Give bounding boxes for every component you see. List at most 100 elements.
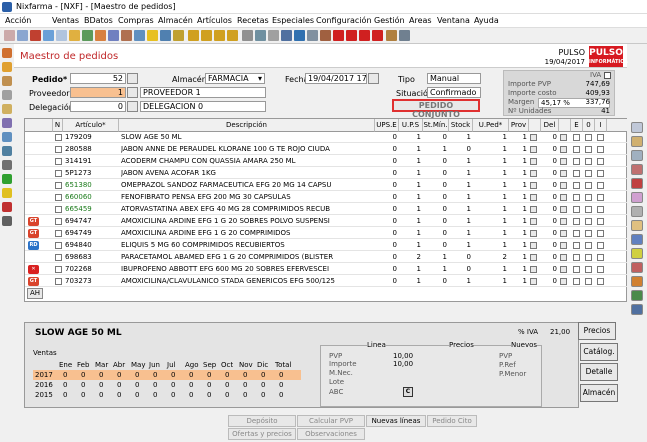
cell-ups[interactable]: 2 (399, 252, 421, 263)
row-checkbox[interactable] (55, 134, 62, 141)
cell-uped[interactable]: 1 (473, 180, 507, 191)
cell-del[interactable]: 0 (541, 168, 557, 179)
arrow-last-icon[interactable] (227, 30, 238, 41)
row-lookup-button[interactable] (530, 134, 537, 141)
row-lookup-button[interactable] (530, 278, 537, 285)
row-lookup-button[interactable] (560, 242, 567, 249)
cell-ups_e[interactable]: 0 (375, 228, 397, 239)
row-flag-checkbox[interactable] (573, 134, 580, 141)
cell-code[interactable]: 703273 (65, 276, 119, 287)
row-lookup-button[interactable] (560, 134, 567, 141)
row-lookup-button[interactable] (560, 206, 567, 213)
cell-stmin[interactable]: 1 (423, 144, 447, 155)
arrow-prev-icon[interactable] (201, 30, 212, 41)
delegacion-code-field[interactable]: 0 (70, 101, 126, 112)
cell-stmin[interactable]: 0 (423, 216, 447, 227)
row-flag-checkbox[interactable] (573, 182, 580, 189)
almacen-button[interactable]: Almacén (580, 384, 618, 402)
cell-desc[interactable]: FENOFIBRATO PENSA EFG 200 MG 30 CAPSULAS (121, 192, 373, 203)
doc-icon[interactable] (2, 132, 12, 142)
row-flag-checkbox[interactable] (585, 134, 592, 141)
flag-icon[interactable] (30, 30, 41, 41)
alert-icon[interactable] (2, 202, 12, 212)
row-checkbox[interactable] (55, 158, 62, 165)
d-icon[interactable] (359, 30, 370, 41)
g-icon[interactable] (333, 30, 344, 41)
row-flag-checkbox[interactable] (573, 254, 580, 261)
observaciones-button[interactable]: Observaciones (297, 428, 365, 440)
cell-prov[interactable]: 1 (509, 276, 527, 287)
table-row[interactable]: GT 703273 AMOXICILINA/CLAVULANICO STADA GE… (25, 276, 627, 287)
row-flag-checkbox[interactable] (597, 218, 604, 225)
row-lookup-button[interactable] (560, 266, 567, 273)
row-flag-checkbox[interactable] (597, 146, 604, 153)
arrow-first-icon[interactable] (188, 30, 199, 41)
pill-icon[interactable] (2, 76, 12, 86)
tool-icon[interactable] (631, 136, 643, 147)
table-row[interactable]: 179209 SLOW AGE 50 ML 0 1 0 1 1 1 0 (25, 132, 627, 143)
row-lookup-button[interactable] (560, 218, 567, 225)
row-flag-checkbox[interactable] (597, 206, 604, 213)
cell-prov[interactable]: 1 (509, 216, 527, 227)
cell-desc[interactable]: ACODERM CHAMPU CON QUASSIA AMARA 250 ML (121, 156, 373, 167)
calc-icon[interactable] (2, 104, 12, 114)
row-checkbox[interactable] (55, 206, 62, 213)
tool-icon[interactable] (631, 206, 643, 217)
tool-icon[interactable] (631, 276, 643, 287)
pen-icon[interactable] (2, 118, 12, 128)
col-header-articulo[interactable]: Artículo* (63, 119, 119, 132)
pedido-field[interactable]: 52 (70, 73, 126, 84)
row-flag-checkbox[interactable] (597, 254, 604, 261)
row-flag-checkbox[interactable] (585, 170, 592, 177)
row-lookup-button[interactable] (530, 194, 537, 201)
cell-del[interactable]: 0 (541, 156, 557, 167)
row-lookup-button[interactable] (530, 266, 537, 273)
cell-del[interactable]: 0 (541, 240, 557, 251)
copy-icon[interactable] (56, 30, 67, 41)
cell-stmin[interactable]: 1 (423, 252, 447, 263)
cell-stock[interactable]: 1 (449, 168, 471, 179)
car-icon[interactable] (242, 30, 253, 41)
cell-stock[interactable]: 0 (449, 144, 471, 155)
col-header-uped[interactable]: U.Ped* (473, 119, 509, 132)
cell-desc[interactable]: AMOXICILINA ARDINE EFG 1 G 20 SOBRES POL… (121, 216, 373, 227)
row-lookup-button[interactable] (560, 230, 567, 237)
cell-ups_e[interactable]: 0 (375, 132, 397, 143)
cell-code[interactable]: 5P1273 (65, 168, 119, 179)
cell-code[interactable]: 179209 (65, 132, 119, 143)
menu-recetas[interactable]: Recetas (237, 16, 269, 25)
row-lookup-button[interactable] (530, 230, 537, 237)
cell-ups[interactable]: 1 (399, 264, 421, 275)
list-icon[interactable] (134, 30, 145, 41)
row-checkbox[interactable] (55, 230, 62, 237)
row-flag-checkbox[interactable] (597, 242, 604, 249)
cell-desc[interactable]: JABON AVENA ACOFAR 1KG (121, 168, 373, 179)
cell-ups_e[interactable]: 0 (375, 156, 397, 167)
cell-ups[interactable]: 1 (399, 132, 421, 143)
catalogo-button[interactable]: Catálog. (580, 343, 618, 361)
settings-icon[interactable] (320, 30, 331, 41)
cell-prov[interactable]: 1 (509, 264, 527, 275)
deposito-button[interactable]: Depósito (228, 415, 296, 427)
row-checkbox[interactable] (55, 146, 62, 153)
cell-ups_e[interactable]: 0 (375, 168, 397, 179)
menu-configuracion[interactable]: Configuración (316, 16, 372, 25)
row-lookup-button[interactable] (530, 146, 537, 153)
cell-uped[interactable]: 1 (473, 264, 507, 275)
cell-desc[interactable]: AMOXICILINA/CLAVULANICO STADA GENERICOS … (121, 276, 373, 287)
cell-del[interactable]: 0 (541, 180, 557, 191)
row-flag-checkbox[interactable] (597, 266, 604, 273)
ofertas-precios-button[interactable]: Ofertas y precios (228, 428, 296, 440)
warning-icon[interactable] (2, 188, 12, 198)
cell-ups[interactable]: 1 (399, 192, 421, 203)
row-flag-checkbox[interactable] (585, 242, 592, 249)
table-row[interactable]: 651380 OMEPRAZOL SANDOZ FARMACEUTICA EFG … (25, 180, 627, 191)
row-flag-checkbox[interactable] (573, 230, 580, 237)
row-flag-checkbox[interactable] (585, 278, 592, 285)
cell-desc[interactable]: JABON ANNE DE PERAUDEL KLORANE 100 G TE … (121, 144, 373, 155)
cell-uped[interactable]: 1 (473, 156, 507, 167)
row-flag-checkbox[interactable] (573, 170, 580, 177)
cell-ups_e[interactable]: 0 (375, 204, 397, 215)
person-icon[interactable] (2, 62, 12, 72)
cell-stock[interactable]: 1 (449, 204, 471, 215)
